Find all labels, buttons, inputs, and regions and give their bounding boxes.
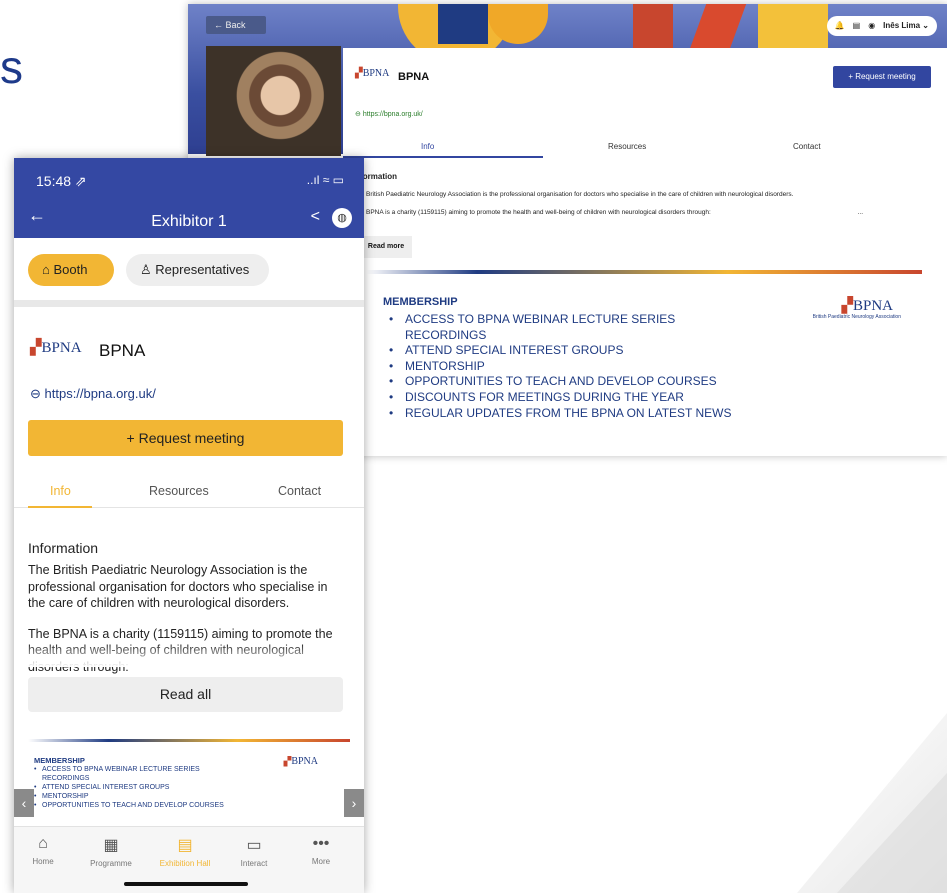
tab-resources[interactable]: Resources [608,142,646,151]
membership-banner: MEMBERSHIP ACCESS TO BPNA WEBINAR LECTUR… [383,296,943,456]
nav-item-home[interactable]: ⌂ Home [14,835,78,866]
exhibition-icon: ▤ [177,837,193,854]
list-item: ATTEND SPECIAL INTEREST GROUPS [389,343,943,359]
representative-photo [206,46,341,156]
info-title: Information [353,172,397,181]
request-meeting-button[interactable]: + Request meeting [28,420,343,456]
status-time: 15:48 ⇗ [36,173,87,189]
screenshot-stage: s ← Back 🔔 ▤ ◉ Inês Lima ⌄ ▞BPNA BPNA ⊖ … [0,0,947,893]
tab-contact[interactable]: Contact [278,484,321,498]
representatives-button[interactable]: ♙ Representatives [126,254,269,286]
read-all-button[interactable]: Read all [28,677,343,712]
calendar-icon: ▦ [103,837,119,854]
bpna-logo: ▞BPNA [283,756,318,767]
booth-button[interactable]: ⌂ Booth [28,254,114,286]
info-title: Information [28,540,99,556]
tab-bar: Info Resources Contact [14,484,364,508]
info-paragraph-2: The BPNA is a charity (1159115) aiming t… [353,208,863,216]
bpna-logo: ▞BPNA [30,340,82,356]
user-avatar[interactable]: ◉ [868,16,875,36]
tab-info[interactable]: Info [50,484,71,498]
nav-item-interact[interactable]: ▭ Interact [219,835,289,868]
nav-item-exhibition-hall[interactable]: ▤ Exhibition Hall [150,835,220,868]
exhibitor-card: ▞BPNA BPNA ⊖ https://bpna.org.uk/ + Requ… [343,48,947,158]
avatar[interactable]: ◍ [332,208,352,228]
website-link[interactable]: ⊖ https://bpna.org.uk/ [355,110,423,118]
carousel-prev-button[interactable]: ‹ [14,789,34,817]
mobile-phone: 15:48 ⇗ ..ıl ≈ ▭ ← Exhibitor 1 < ◍ ⌂ Boo… [14,158,364,893]
list-item: REGULAR UPDATES FROM THE BPNA ON LATEST … [389,406,943,422]
top-toolbar: 🔔 ▤ ◉ Inês Lima ⌄ [826,16,937,36]
share-icon[interactable]: < [311,208,320,226]
list-item: MENTORSHIP [34,792,354,801]
membership-banner: MEMBERSHIP ACCESS TO BPNA WEBINAR LECTUR… [34,756,354,826]
link-icon: ⊖ [30,386,45,401]
list-item: ACCESS TO BPNA WEBINAR LECTURE SERIES RE… [389,312,719,343]
gradient-divider [28,739,350,742]
request-meeting-button[interactable]: + Request meeting [833,66,931,88]
chevron-left-icon: ‹ [21,795,27,811]
list-item: MENTORSHIP [389,359,943,375]
tab-info[interactable]: Info [421,142,434,151]
list-item: DISCOUNTS FOR MEETINGS DURING THE YEAR [389,390,943,406]
app-header: 15:48 ⇗ ..ıl ≈ ▭ ← Exhibitor 1 < ◍ [14,158,364,238]
active-tab-indicator [28,506,92,508]
back-button[interactable]: ← Back [206,16,266,34]
info-section: Information The British Paediatric Neuro… [353,166,943,227]
tab-contact[interactable]: Contact [793,142,821,151]
list-item: ATTEND SPECIAL INTEREST GROUPS [34,783,354,792]
text-fade [14,643,364,667]
more-icon: ••• [312,835,330,852]
status-icons: ..ıl ≈ ▭ [306,173,344,187]
exhibitor-name: BPNA [398,71,430,83]
home-icon: ⌂ [38,835,48,852]
chevron-right-icon: › [351,795,357,811]
active-tab-indicator [343,156,543,158]
nav-item-programme[interactable]: ▦ Programme [76,835,146,868]
read-more-button[interactable]: Read more [360,236,412,258]
bpna-logo: ▞BPNA [841,298,893,314]
exhibitor-name: BPNA [99,341,146,360]
nav-item-more[interactable]: ••• More [286,835,356,866]
chat-icon: ▭ [246,837,262,854]
tab-bar: Info Resources Contact [343,136,947,158]
carousel-next-button[interactable]: › [344,789,364,817]
bpna-logo: ▞BPNA [355,68,390,79]
section-divider [14,300,364,307]
bpna-logo-subtitle: British Paediatric Neurology Association [812,314,901,320]
bell-icon[interactable]: 🔔 [835,16,845,36]
website-link[interactable]: ⊖ https://bpna.org.uk/ [30,386,156,402]
chat-icon[interactable]: ▤ [853,16,861,36]
list-item: OPPORTUNITIES TO TEACH AND DEVELOP COURS… [389,374,943,390]
person-icon: ♙ [140,262,156,277]
info-paragraph-1: The British Paediatric Neurology Associa… [28,563,328,610]
list-item: OPPORTUNITIES TO TEACH AND DEVELOP COURS… [34,801,354,810]
home-icon: ⌂ [42,262,54,277]
home-indicator [124,882,248,886]
link-icon: ⊖ [355,111,363,118]
background-heading-fragment: s [0,41,23,93]
tab-resources[interactable]: Resources [149,484,209,498]
list-item: ACCESS TO BPNA WEBINAR LECTURE SERIES RE… [34,765,214,783]
gradient-divider [366,270,922,274]
info-paragraph-1: The British Paediatric Neurology Associa… [353,191,794,198]
user-menu[interactable]: Inês Lima ⌄ [883,16,929,36]
